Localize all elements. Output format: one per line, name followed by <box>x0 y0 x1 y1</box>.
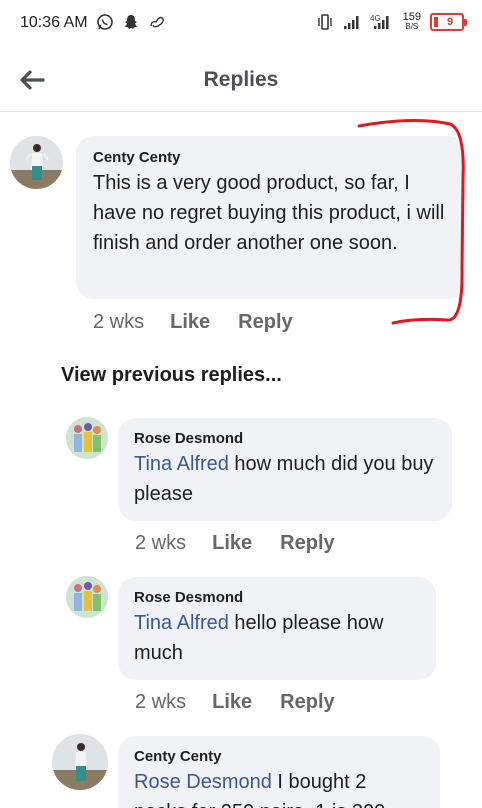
mention-link[interactable]: Rose Desmond <box>134 771 272 793</box>
like-button[interactable]: Like <box>170 311 210 334</box>
status-right-icons: 4G 159 B/S 9 <box>316 11 467 31</box>
reply-bubble: Centy Centy Rose Desmond I bought 2 pack… <box>118 736 440 808</box>
comment-actions: 2 wks Like Reply <box>93 311 321 334</box>
like-button[interactable]: Like <box>212 532 252 555</box>
reply-bubble: Rose Desmond Tina Alfred hello please ho… <box>118 577 436 680</box>
status-bar: 10:36 AM 4G 159 B/S 9 <box>0 0 482 48</box>
avatar[interactable] <box>52 734 108 790</box>
reply-timestamp: 2 wks <box>135 532 187 554</box>
network-speed: 159 B/S <box>402 11 421 31</box>
group-photo-icon <box>66 576 108 618</box>
vibrate-icon <box>317 13 332 30</box>
reply-text: Tina Alfred how much did you buy please <box>134 449 436 509</box>
avatar[interactable] <box>66 576 108 618</box>
annotation-highlight <box>357 118 465 325</box>
signal-icon <box>343 15 359 29</box>
4g-signal-icon: 4G <box>370 14 389 29</box>
reply-text: Tina Alfred hello please how much <box>134 608 420 668</box>
reply-actions: 2 wks Like Reply <box>135 691 363 714</box>
snapchat-icon <box>124 15 138 29</box>
reply-button[interactable]: Reply <box>280 691 334 714</box>
reply-button[interactable]: Reply <box>280 532 334 555</box>
svg-text:4G: 4G <box>370 14 381 23</box>
reply-timestamp: 2 wks <box>135 691 187 713</box>
reply-bubble: Rose Desmond Tina Alfred how much did yo… <box>118 418 452 521</box>
reply-actions: 2 wks Like Reply <box>135 532 363 555</box>
header-bar: Replies <box>0 48 482 112</box>
mention-link[interactable]: Tina Alfred <box>134 453 229 475</box>
battery-level: 9 <box>446 15 454 28</box>
whatsapp-icon <box>97 14 113 30</box>
reply-text-continued: packs for 250 naira, 1 is 300 <box>134 797 424 808</box>
status-time: 10:36 AM <box>20 14 88 31</box>
like-button[interactable]: Like <box>212 691 252 714</box>
group-photo-icon <box>66 417 108 459</box>
reply-author[interactable]: Centy Centy <box>134 748 424 765</box>
status-notification-icons <box>96 13 166 31</box>
mention-link[interactable]: Tina Alfred <box>134 612 229 634</box>
person-photo-icon <box>10 136 63 189</box>
avatar[interactable] <box>66 417 108 459</box>
person-photo-icon <box>52 734 108 790</box>
comment-timestamp: 2 wks <box>93 311 145 333</box>
link-icon <box>150 16 164 28</box>
page-title: Replies <box>203 68 279 91</box>
reply-button[interactable]: Reply <box>238 311 292 334</box>
reply-author[interactable]: Rose Desmond <box>134 430 436 447</box>
reply-body: I bought 2 <box>271 771 367 793</box>
avatar[interactable] <box>10 136 63 189</box>
reply-author[interactable]: Rose Desmond <box>134 589 420 606</box>
view-previous-replies-link[interactable]: View previous replies... <box>61 364 282 387</box>
reply-text: Rose Desmond I bought 2 <box>134 767 424 797</box>
battery-icon: 9 <box>430 12 467 31</box>
